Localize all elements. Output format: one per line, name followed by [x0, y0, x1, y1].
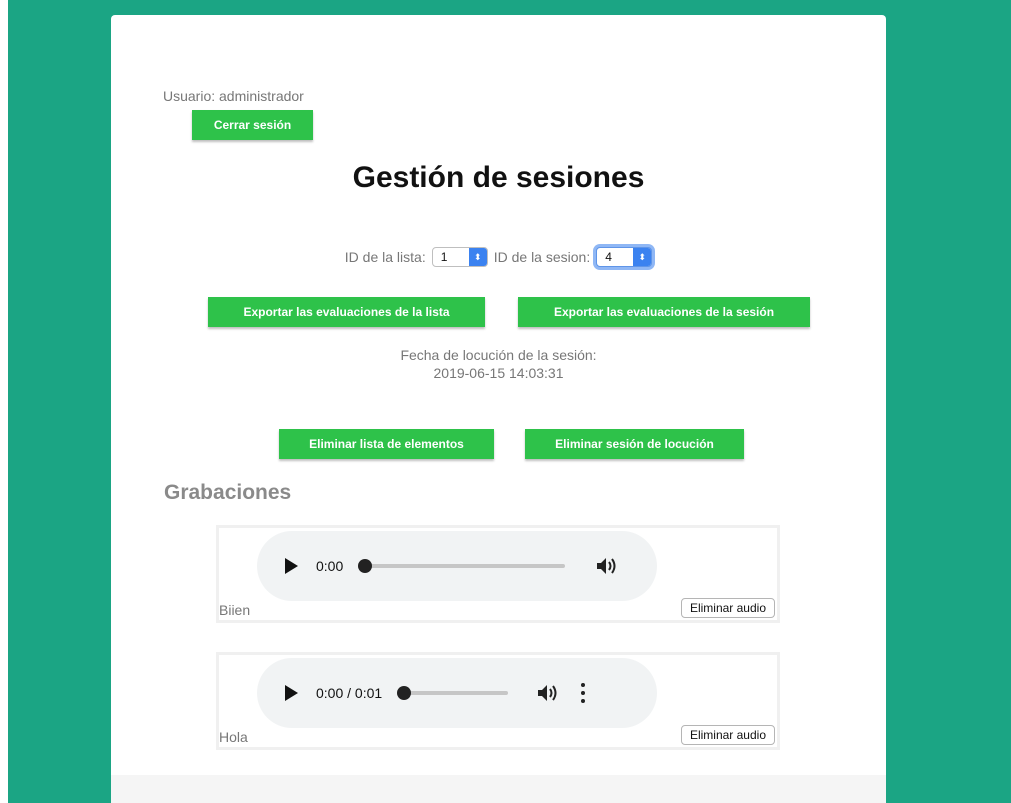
session-id-value: 4	[605, 250, 612, 264]
list-id-group: ID de la lista: 1 ⬍	[345, 247, 488, 267]
session-date-label: Fecha de locución de la sesión:	[400, 347, 597, 363]
page-title: Gestión de sesiones	[352, 161, 645, 194]
recordings-title: Grabaciones	[164, 481, 292, 504]
audio-progress-thumb[interactable]	[358, 559, 373, 573]
audio-progress-thumb[interactable]	[397, 686, 412, 700]
session-date-value: 2019-06-15 14:03:31	[433, 365, 564, 381]
list-id-label: ID de la lista:	[344, 249, 426, 265]
select-arrows-icon: ⬍	[633, 248, 652, 266]
session-id-select[interactable]: 4 ⬍	[596, 247, 653, 267]
recording-label: Hola	[219, 729, 248, 745]
list-id-value: 1	[440, 250, 448, 264]
audio-player[interactable]: 0:00	[257, 531, 657, 601]
logout-button[interactable]: Cerrar sesión	[192, 110, 313, 140]
audio-time: 0:00 / 0:01	[316, 685, 383, 701]
select-arrows-icon: ⬍	[468, 248, 487, 266]
delete-session-button[interactable]: Eliminar sesión de locución	[525, 429, 744, 459]
volume-icon[interactable]	[595, 556, 619, 576]
play-icon[interactable]	[285, 685, 298, 701]
audio-player[interactable]: 0:00 / 0:01	[257, 658, 657, 728]
session-date: Fecha de locución de la sesión: 2019-06-…	[111, 346, 886, 382]
id-selectors: ID de la lista: 1 ⬍ ID de la sesion: 4 ⬍	[111, 247, 886, 267]
recording-item: 0:00 Biien Eliminar audio	[216, 525, 780, 623]
volume-icon[interactable]	[536, 683, 560, 703]
audio-progress-track[interactable]	[397, 686, 509, 700]
delete-list-button[interactable]: Eliminar lista de elementos	[279, 429, 494, 459]
export-list-button[interactable]: Exportar las evaluaciones de la lista	[208, 297, 485, 327]
session-id-group: ID de la sesion: 4 ⬍	[494, 247, 653, 267]
more-options-icon[interactable]	[580, 683, 586, 703]
card-footer-strip	[111, 775, 886, 803]
user-label: Usuario: administrador	[163, 88, 304, 104]
main-card: Usuario: administrador Cerrar sesión Ges…	[111, 15, 886, 803]
session-id-label: ID de la sesion:	[493, 249, 591, 265]
list-id-select[interactable]: 1 ⬍	[431, 247, 488, 267]
delete-audio-button[interactable]: Eliminar audio	[680, 598, 775, 618]
export-session-button[interactable]: Exportar las evaluaciones de la sesión	[518, 297, 810, 327]
recording-label: Biien	[219, 602, 251, 618]
audio-progress-track[interactable]	[358, 559, 566, 573]
delete-audio-button[interactable]: Eliminar audio	[680, 725, 775, 745]
audio-time: 0:00	[316, 558, 344, 574]
left-margin	[0, 0, 8, 803]
recording-item: 0:00 / 0:01 Hola Eliminar audio	[216, 652, 780, 750]
play-icon[interactable]	[285, 558, 298, 574]
